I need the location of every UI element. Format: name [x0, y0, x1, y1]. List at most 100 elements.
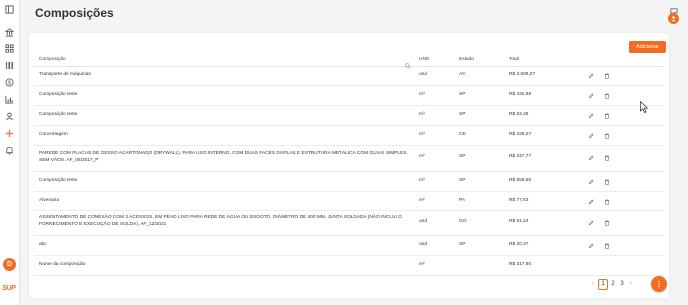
- cell-total: R$ 51,24: [509, 219, 529, 224]
- dollar-icon[interactable]: $: [3, 76, 16, 89]
- panel-toggle-icon[interactable]: [3, 3, 16, 16]
- edit-icon[interactable]: [587, 132, 594, 139]
- header-total: Total: [509, 57, 520, 62]
- edit-icon[interactable]: [587, 72, 594, 79]
- page-2-button[interactable]: 2: [609, 280, 617, 289]
- sidebar: $ D SUP: [0, 0, 20, 305]
- cell-total: R$ 432,88: [509, 92, 532, 97]
- cell-composicao: Composição teste: [39, 178, 78, 183]
- delete-icon[interactable]: [603, 72, 610, 79]
- cell-estado: SP: [459, 154, 466, 159]
- cell-und: und: [419, 219, 428, 224]
- delete-icon[interactable]: [603, 242, 610, 249]
- cell-und: m³: [419, 178, 425, 183]
- edit-icon[interactable]: [587, 219, 594, 226]
- delete-icon[interactable]: [603, 112, 610, 119]
- brand-logo: SUP: [2, 285, 16, 292]
- cell-estado: SP: [459, 92, 466, 97]
- table-row[interactable]: Composição teste m³ SP R$ 432,88: [34, 86, 664, 106]
- cell-und: m²: [419, 198, 425, 203]
- edit-icon[interactable]: [587, 154, 594, 161]
- cell-und: und: [419, 72, 428, 77]
- cell-estado: GO: [459, 219, 467, 224]
- edit-icon[interactable]: [587, 242, 594, 249]
- cell-total: R$ 558,50: [509, 178, 532, 183]
- table-row[interactable]: Alvenaria m² PA R$ 77,63: [34, 192, 664, 211]
- grid-icon[interactable]: [3, 42, 16, 55]
- user-avatar[interactable]: D: [3, 258, 16, 271]
- svg-text:$: $: [8, 80, 11, 86]
- edit-icon[interactable]: [587, 178, 594, 185]
- cell-total: R$ 77,63: [509, 198, 529, 203]
- cell-und: m³: [419, 132, 425, 137]
- cell-composicao: Alvenaria: [39, 198, 59, 203]
- bank-icon[interactable]: [3, 26, 16, 39]
- cell-estado: PA: [459, 198, 466, 203]
- mouse-cursor-icon: [640, 101, 648, 113]
- table-header: Composição UND Estado Total: [34, 54, 664, 69]
- chat-icon[interactable]: [670, 3, 678, 16]
- cell-estado: SP: [459, 112, 466, 117]
- edit-icon[interactable]: [587, 112, 594, 119]
- delete-icon[interactable]: [603, 92, 610, 99]
- header-composicao: Composição: [39, 57, 66, 62]
- table-row[interactable]: abc und SP R$ 20,37: [34, 236, 664, 256]
- cell-composicao: Transporte de máquinas: [39, 72, 91, 77]
- table-row[interactable]: Concretagem m³ CE R$ 228,27: [34, 126, 664, 146]
- cell-composicao: PAREDE COM PLACAS DE GESSO ACARTONADO (D…: [39, 151, 408, 163]
- cell-estado: SP: [459, 242, 466, 247]
- cell-total: R$ 247,77: [509, 154, 532, 159]
- table-row[interactable]: Composição teste m³ SP R$ 558,50: [34, 172, 664, 192]
- table-row[interactable]: Composição teste m³ SP R$ 53,48: [34, 106, 664, 126]
- cell-composicao: Concretagem: [39, 132, 68, 137]
- table-row[interactable]: PAREDE COM PLACAS DE GESSO ACARTONADO (D…: [34, 146, 664, 172]
- page-title: Composições: [35, 6, 114, 20]
- cell-estado: SP: [459, 178, 466, 183]
- cell-und: m²: [419, 262, 425, 267]
- prev-page-button[interactable]: ‹: [589, 280, 597, 289]
- bar-chart-icon[interactable]: [3, 93, 16, 106]
- delete-icon[interactable]: [603, 198, 610, 205]
- cell-und: m²: [419, 154, 425, 159]
- page-1-button[interactable]: 1: [598, 278, 608, 290]
- cell-total: R$ 20,37: [509, 242, 529, 247]
- search-icon[interactable]: [405, 56, 411, 69]
- table-body: Transporte de máquinas und AC R$ 3.508,0…: [34, 67, 664, 276]
- cell-composicao: ASSENTAMENTO DE CONEXÃO COM 2 ACESSOS, E…: [39, 215, 402, 227]
- pagination: ‹ 1 2 3 ›: [589, 278, 636, 290]
- cell-estado: CE: [459, 132, 466, 137]
- cell-und: m³: [419, 112, 425, 117]
- more-options-button[interactable]: [651, 276, 667, 292]
- barcode-icon[interactable]: [3, 59, 16, 72]
- header-estado: Estado: [459, 57, 474, 62]
- cell-estado: AC: [459, 72, 466, 77]
- cell-total: R$ 317,60: [509, 262, 532, 267]
- next-page-button[interactable]: ›: [627, 280, 635, 289]
- table-row[interactable]: ASSENTAMENTO DE CONEXÃO COM 2 ACESSOS, E…: [34, 211, 664, 236]
- delete-icon[interactable]: [603, 219, 610, 226]
- header-und: UND: [419, 57, 430, 62]
- add-button[interactable]: Adicionar: [629, 41, 666, 53]
- cell-composicao: Nome da composição: [39, 262, 86, 267]
- bell-icon[interactable]: [3, 144, 16, 157]
- more-vertical-icon: [658, 280, 660, 288]
- cell-composicao: abc: [39, 242, 47, 247]
- page-3-button[interactable]: 3: [618, 280, 626, 289]
- delete-icon[interactable]: [603, 178, 610, 185]
- cell-composicao: Composição teste: [39, 112, 78, 117]
- cell-total: R$ 228,27: [509, 132, 532, 137]
- delete-icon[interactable]: [603, 132, 610, 139]
- cell-total: R$ 53,48: [509, 112, 529, 117]
- plus-icon[interactable]: [3, 127, 16, 140]
- edit-icon[interactable]: [587, 92, 594, 99]
- user-icon[interactable]: [3, 110, 16, 123]
- cell-total: R$ 3.508,07: [509, 72, 536, 77]
- delete-icon[interactable]: [603, 154, 610, 161]
- edit-icon[interactable]: [587, 198, 594, 205]
- cell-composicao: Composição teste: [39, 92, 78, 97]
- table-row[interactable]: Transporte de máquinas und AC R$ 3.508,0…: [34, 67, 664, 86]
- compositions-card: Adicionar Composição UND Estado Total Tr…: [29, 33, 669, 298]
- table-row[interactable]: Nome da composição m² R$ 317,60: [34, 256, 664, 276]
- cell-und: und: [419, 242, 428, 247]
- profile-avatar[interactable]: [668, 13, 679, 24]
